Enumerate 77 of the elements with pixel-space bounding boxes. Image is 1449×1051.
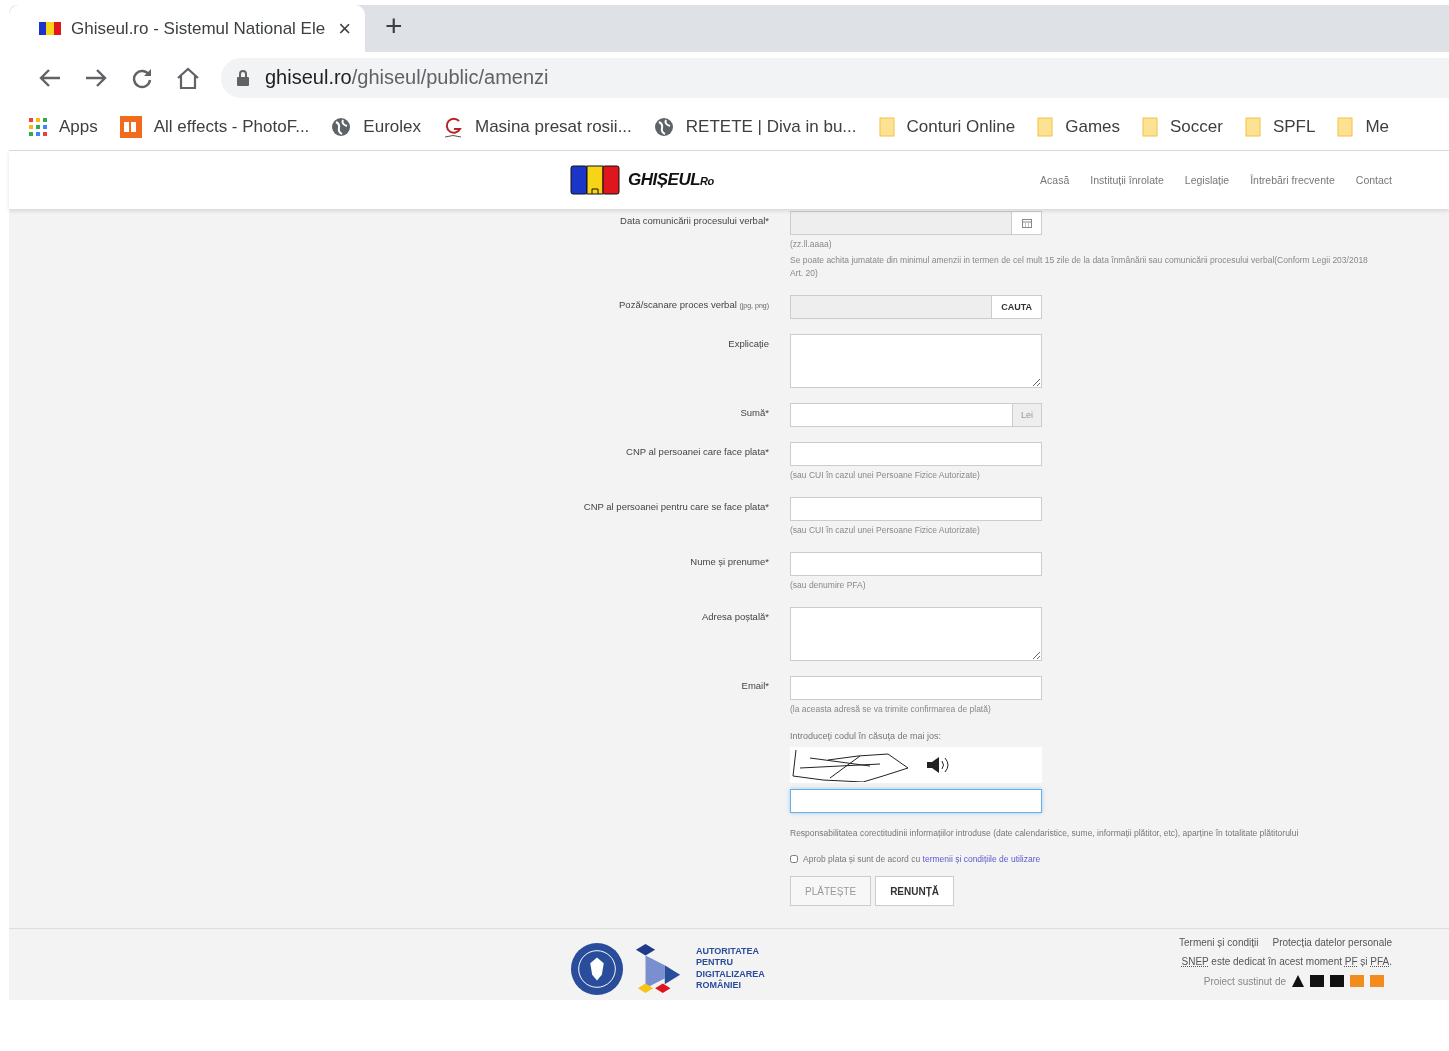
agree-text: Aprob plata și sunt de acord cu termenii și condițiile de utilizare [803, 854, 1041, 864]
nav-link[interactable]: Instituții înrolate [1090, 174, 1164, 186]
file-field[interactable] [790, 295, 993, 319]
bookmark-item[interactable]: Me [1337, 116, 1390, 137]
letter-g-icon [443, 115, 463, 138]
field-label: Explicație [728, 337, 769, 349]
new-tab-button[interactable]: + [385, 6, 403, 46]
address-bar[interactable]: ghiseul.ro/ghiseul/public/amenzi [221, 57, 1449, 98]
bookmark-item[interactable]: RETETE | Diva in bu... [653, 116, 857, 137]
globe-icon [331, 116, 352, 137]
nav-link[interactable]: Contact [1355, 174, 1392, 186]
calendar-icon [1021, 218, 1032, 228]
currency-addon: Lei [1013, 403, 1042, 427]
field-hint: (zz.ll.aaaa) [790, 238, 833, 251]
input-field[interactable] [790, 552, 1042, 576]
globe-icon [653, 116, 674, 137]
folder-icon [878, 116, 895, 137]
captcha-input[interactable] [790, 789, 1042, 813]
field-label: Sumă* [740, 406, 769, 418]
bookmark-item[interactable]: Eurolex [331, 116, 421, 137]
amount-field[interactable] [790, 403, 1013, 427]
input-field[interactable] [790, 497, 1042, 521]
field-label: Adresa poștală* [701, 610, 769, 622]
agency-logo-icon [634, 941, 682, 996]
calendar-button[interactable] [1012, 211, 1042, 235]
bookmark-item[interactable]: Conturi Online [878, 116, 1016, 137]
cancel-button[interactable]: RENUNȚĂ [875, 876, 955, 906]
lock-icon [237, 69, 249, 86]
input-field[interactable] [790, 442, 1042, 466]
field-label: Email* [741, 679, 769, 691]
home-icon[interactable] [176, 66, 200, 89]
field-hint: (sau CUI în cazul unei Persoane Fizice Autorizate) [790, 469, 981, 482]
site-logo-text: GHIȘEULRo [628, 170, 714, 190]
input-field[interactable] [790, 676, 1042, 700]
footer-link[interactable]: Termeni și condiții [1179, 937, 1259, 948]
captcha-label: Introduceți codul în căsuța de mai jos: [790, 731, 943, 741]
footer-note: SNEP este dedicat în acest moment PF și PFA. [1181, 956, 1392, 967]
field-label: Nume și prenume* [690, 555, 769, 567]
sponsor-text: Proiect sustinut de [1203, 975, 1286, 987]
folder-icon [1037, 116, 1054, 137]
close-tab-button[interactable]: × [338, 15, 351, 42]
disclaimer-text: Responsabilitatea corectitudinii informațiilor introduse (date calendaristice, sume, informații plătitor, etc), aparține în totalitate plătitorului [790, 827, 1300, 840]
apps-grid-icon [29, 117, 47, 136]
text-area[interactable] [790, 334, 1042, 388]
field-label: CNP al persoanei pentru care se face plata* [583, 500, 769, 512]
bookmark-item[interactable]: Masina presat rosii... [443, 115, 632, 138]
agree-checkbox[interactable] [790, 855, 798, 863]
bookmark-item[interactable]: All effects - PhotoF... [119, 115, 310, 138]
flag-logo-icon [570, 165, 620, 195]
bookmark-item[interactable]: Games [1037, 116, 1120, 137]
nav-link[interactable]: Legislație [1184, 174, 1230, 186]
folder-icon [1244, 116, 1261, 137]
browser-tab[interactable]: Ghiseul.ro - Sistemul National Ele × [9, 5, 365, 52]
field-hint: (sau denumire PFA) [790, 579, 867, 592]
folder-icon [1142, 116, 1158, 137]
nav-link[interactable]: Întrebări frecvente [1250, 174, 1335, 186]
terms-link[interactable]: termenii și condițiile de utilizare [922, 854, 1041, 864]
footer-link[interactable]: Protecția datelor personale [1272, 937, 1392, 948]
nav-link[interactable]: Acasă [1040, 174, 1070, 186]
field-label: CNP al persoanei care face plata* [626, 445, 769, 457]
back-icon[interactable] [39, 67, 61, 88]
agency-name: AUTORITATEA PENTRU DIGITALIZAREA ROMÂNIEI [696, 945, 765, 992]
bookmark-item[interactable]: Soccer [1142, 116, 1223, 137]
flag-icon [39, 22, 61, 35]
field-hint: (sau CUI în cazul unei Persoane Fizice Autorizate) [790, 524, 981, 537]
field-hint: (la aceasta adresă se va trimite confirmarea de plată) [790, 703, 992, 716]
field-label: Data comunicării procesului verbal* [620, 214, 769, 226]
bookmark-item[interactable]: SPFL [1244, 116, 1316, 137]
browse-button[interactable]: CAUTA [992, 295, 1042, 319]
bookmark-favicon-icon [119, 115, 142, 138]
text-area[interactable] [790, 607, 1042, 661]
field-hint: Se poate achita jumatate din minimul amenzii in termen de cel mult 15 zile de la data înmânării sau comunicării procesului verbal(Conform Legii 203/2018 Art. 20) [790, 254, 1369, 280]
bookmark-item[interactable]: Apps [29, 116, 98, 137]
forward-icon[interactable] [85, 67, 107, 88]
folder-icon [1337, 116, 1354, 137]
government-seal-icon [570, 941, 624, 996]
date-field[interactable] [790, 211, 1012, 235]
